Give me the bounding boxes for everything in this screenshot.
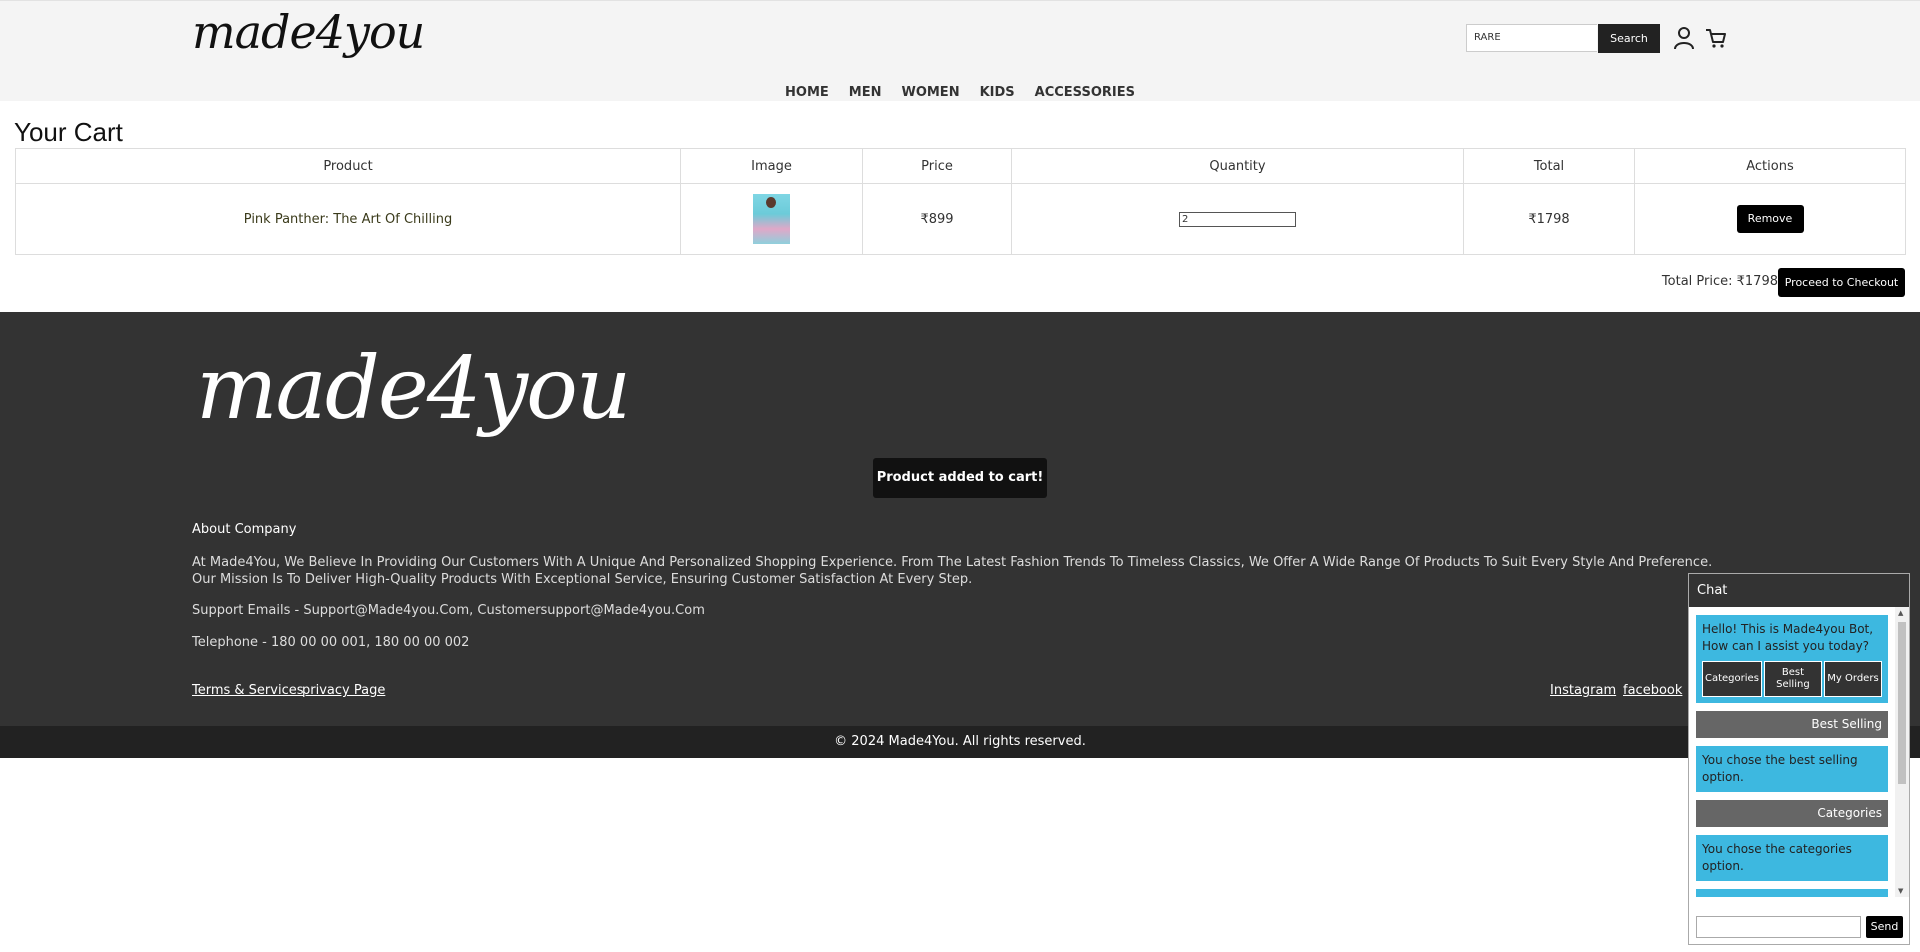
footer-logo: made4you bbox=[196, 339, 631, 439]
bot-message: Hello! This is Made4you Bot, How can I a… bbox=[1696, 615, 1888, 703]
cart-table: Product Image Price Quantity Total Actio… bbox=[15, 148, 1906, 255]
col-product: Product bbox=[15, 148, 681, 184]
search-input[interactable]: RARE bbox=[1466, 24, 1597, 52]
chat-input[interactable] bbox=[1696, 916, 1861, 938]
instagram-link[interactable]: Instagram bbox=[1550, 683, 1616, 698]
quantity-cell: 2 bbox=[1011, 183, 1464, 255]
cart-icon[interactable] bbox=[1705, 27, 1727, 49]
facebook-link[interactable]: facebook bbox=[1623, 683, 1682, 698]
chat-options: Categories Best Selling My Orders bbox=[1702, 661, 1882, 697]
site-footer: made4you Product added to cart! About Co… bbox=[0, 312, 1920, 726]
option-best-selling[interactable]: Best Selling bbox=[1763, 661, 1822, 697]
main-nav: HOME MEN WOMEN KIDS ACCESSORIES bbox=[0, 85, 1920, 100]
table-row: Pink Panther: The Art Of Chilling ₹899 2… bbox=[15, 183, 1906, 255]
bot-message: You chose the best selling option. bbox=[1696, 746, 1888, 792]
chat-widget: Chat Hello! This is Made4you Bot, How ca… bbox=[1688, 573, 1910, 945]
product-image bbox=[753, 194, 790, 244]
about-text: At Made4You, We Believe In Providing Our… bbox=[192, 555, 1713, 587]
actions-cell: Remove bbox=[1634, 183, 1906, 255]
site-logo[interactable]: made4you bbox=[192, 5, 425, 59]
col-quantity: Quantity bbox=[1011, 148, 1464, 184]
nav-women[interactable]: WOMEN bbox=[901, 85, 959, 100]
support-emails: Support Emails - Support@Made4you.Com, C… bbox=[192, 603, 705, 618]
col-total: Total bbox=[1463, 148, 1635, 184]
toast-notification: Product added to cart! bbox=[873, 458, 1047, 498]
bot-greeting-text: Hello! This is Made4you Bot, How can I a… bbox=[1702, 622, 1874, 653]
nav-men[interactable]: MEN bbox=[849, 85, 882, 100]
user-icon[interactable] bbox=[1673, 26, 1695, 50]
terms-link[interactable]: Terms & Services bbox=[192, 683, 304, 698]
quantity-input[interactable]: 2 bbox=[1179, 212, 1296, 227]
nav-kids[interactable]: KIDS bbox=[980, 85, 1015, 100]
option-categories[interactable]: Categories bbox=[1702, 661, 1762, 697]
search-button[interactable]: Search bbox=[1598, 24, 1660, 53]
about-title: About Company bbox=[192, 522, 297, 537]
bot-message: Please select a category: bbox=[1696, 889, 1888, 897]
remove-button[interactable]: Remove bbox=[1736, 205, 1804, 233]
option-my-orders[interactable]: My Orders bbox=[1823, 661, 1882, 697]
row-total: ₹1798 bbox=[1463, 183, 1635, 255]
page-title: Your Cart bbox=[14, 117, 123, 147]
bot-message: You chose the categories option. bbox=[1696, 835, 1888, 881]
privacy-link[interactable]: privacy Page bbox=[302, 683, 385, 698]
site-header: made4you RARE Search HOME MEN WOMEN KIDS… bbox=[0, 0, 1920, 101]
send-button[interactable]: Send bbox=[1866, 916, 1903, 938]
checkout-button[interactable]: Proceed to Checkout bbox=[1778, 268, 1905, 297]
copyright: © 2024 Made4You. All rights reserved. bbox=[0, 726, 1920, 758]
scrollbar-thumb[interactable] bbox=[1898, 622, 1906, 784]
nav-home[interactable]: HOME bbox=[785, 85, 829, 100]
chat-messages: Hello! This is Made4you Bot, How can I a… bbox=[1689, 607, 1894, 897]
chat-title[interactable]: Chat bbox=[1689, 574, 1909, 607]
user-message: Best Selling bbox=[1696, 711, 1888, 738]
scroll-down-icon[interactable]: ▼ bbox=[1898, 887, 1903, 895]
scroll-up-icon[interactable]: ▲ bbox=[1898, 609, 1903, 617]
telephone: Telephone - 180 00 00 001, 180 00 00 002 bbox=[192, 635, 470, 650]
product-price: ₹899 bbox=[862, 183, 1012, 255]
product-image-cell bbox=[680, 183, 863, 255]
col-image: Image bbox=[680, 148, 863, 184]
product-name: Pink Panther: The Art Of Chilling bbox=[15, 183, 681, 255]
user-message: Categories bbox=[1696, 800, 1888, 827]
col-price: Price bbox=[862, 148, 1012, 184]
col-actions: Actions bbox=[1634, 148, 1906, 184]
nav-accessories[interactable]: ACCESSORIES bbox=[1035, 85, 1135, 100]
total-price: Total Price: ₹1798 bbox=[1661, 274, 1778, 289]
chat-scrollbar[interactable]: ▲ ▼ bbox=[1895, 607, 1909, 897]
